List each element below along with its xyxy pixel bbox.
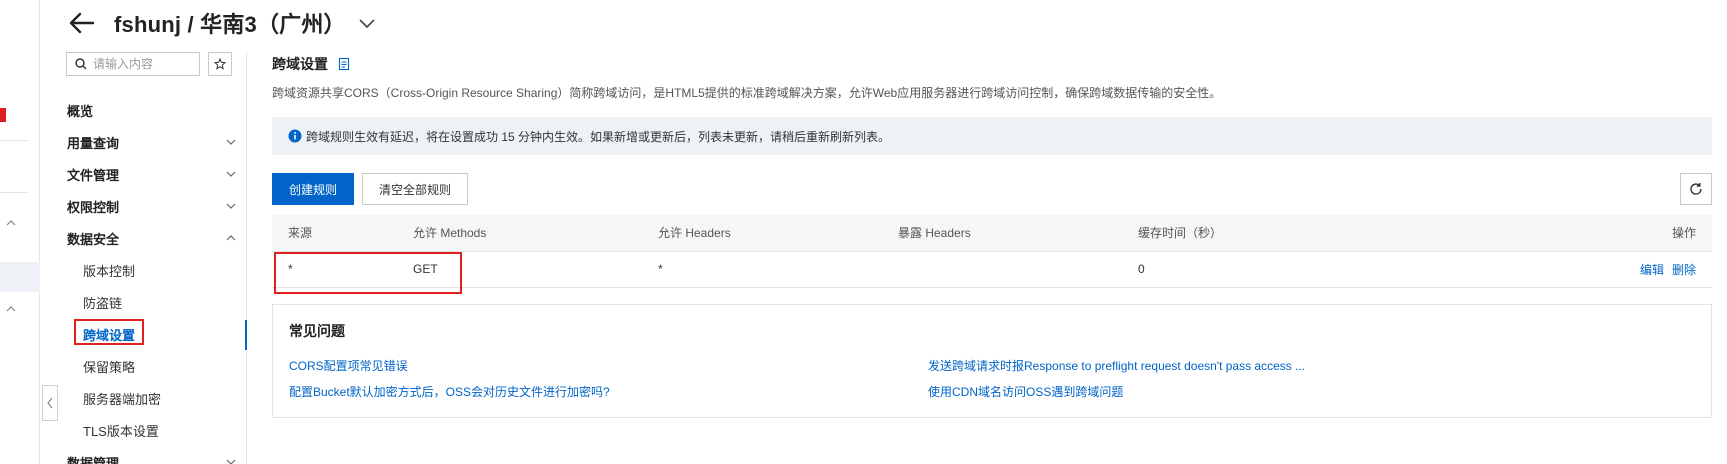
faq-link[interactable]: 发送跨域请求时报Response to preflight request do… — [928, 357, 1305, 374]
cell-methods: GET — [397, 251, 642, 288]
sidebar-item-label: 用量查询 — [67, 135, 120, 151]
chevron-down-icon — [226, 139, 236, 145]
info-icon — [288, 129, 302, 143]
sidebar-item-overview[interactable]: 概览 — [58, 94, 246, 126]
sidebar-item-label: 防盗链 — [83, 295, 123, 311]
notice-text: 跨域规则生效有延迟，将在设置成功 15 分钟内生效。如果新增或更新后，列表未更新… — [306, 129, 891, 144]
chevron-down-icon[interactable] — [358, 16, 376, 30]
faq-panel: 常见问题 CORS配置项常见错误 发送跨域请求时报Response to pre… — [272, 303, 1712, 418]
sidebar: 概览 用量查询 文件管理 权限控制 数据安全 版本控制 防盗链 跨域设置 保留策… — [58, 52, 246, 464]
favorite-button[interactable] — [208, 52, 232, 76]
faq-link[interactable]: 使用CDN域名访问OSS遇到跨域问题 — [928, 383, 1123, 400]
sidebar-item-files[interactable]: 文件管理 — [58, 158, 246, 190]
cell-origin: * — [272, 251, 397, 288]
cors-rules-table: 来源 允许 Methods 允许 Headers 暴露 Headers 缓存时间… — [272, 215, 1712, 288]
outer-nav-selected — [0, 262, 40, 292]
refresh-icon — [1690, 183, 1702, 195]
chevron-left-icon — [47, 397, 53, 409]
sidebar-item-cors[interactable]: 跨域设置 — [58, 318, 246, 350]
sidebar-item-data-security[interactable]: 数据安全 — [58, 222, 246, 254]
chevron-up-icon[interactable] — [6, 304, 16, 314]
sidebar-item-label: 服务器端加密 — [83, 391, 162, 407]
sidebar-item-data-management[interactable]: 数据管理 — [58, 446, 246, 464]
sidebar-item-permissions[interactable]: 权限控制 — [58, 190, 246, 222]
divider — [0, 140, 28, 141]
column-header: 允许 Methods — [397, 215, 642, 252]
refresh-button[interactable] — [1680, 173, 1712, 205]
main-content: 跨域设置 跨域资源共享CORS（Cross-Origin Resource Sh… — [272, 52, 1712, 418]
chevron-down-icon — [226, 459, 236, 464]
sidebar-item-usage[interactable]: 用量查询 — [58, 126, 246, 158]
sidebar-item-label: 数据管理 — [67, 455, 120, 464]
sidebar-search-row — [66, 52, 246, 76]
badge-fragment — [0, 108, 6, 122]
outer-nav-strip — [0, 0, 40, 464]
back-arrow-icon[interactable] — [68, 11, 96, 35]
sidebar-item-versioning[interactable]: 版本控制 — [58, 254, 246, 286]
create-rule-button[interactable]: 创建规则 — [272, 173, 354, 205]
faq-title: 常见问题 — [289, 322, 345, 339]
cell-expose-headers — [882, 251, 1122, 288]
sidebar-item-retention[interactable]: 保留策略 — [58, 350, 246, 382]
sidebar-item-label: 权限控制 — [67, 199, 120, 215]
page-title: 跨域设置 — [272, 56, 328, 72]
edit-link[interactable]: 编辑 — [1640, 263, 1664, 277]
info-notice: 跨域规则生效有延迟，将在设置成功 15 分钟内生效。如果新增或更新后，列表未更新… — [272, 117, 1712, 155]
sidebar-collapse-button[interactable] — [42, 385, 58, 421]
sidebar-nav: 概览 用量查询 文件管理 权限控制 数据安全 版本控制 防盗链 跨域设置 保留策… — [58, 94, 246, 464]
column-header: 操作 — [1452, 215, 1712, 252]
chevron-down-icon — [226, 171, 236, 177]
star-icon — [214, 58, 226, 70]
sidebar-item-label: 数据安全 — [67, 231, 120, 247]
chevron-up-icon[interactable] — [6, 218, 16, 228]
column-header: 允许 Headers — [642, 215, 882, 252]
page-title-row: 跨域设置 — [272, 52, 1712, 76]
column-header: 来源 — [272, 215, 397, 252]
sidebar-item-label: TLS版本设置 — [83, 423, 159, 439]
clear-all-rules-button[interactable]: 清空全部规则 — [362, 173, 468, 205]
faq-link[interactable]: 配置Bucket默认加密方式后，OSS会对历史文件进行加密吗? — [289, 383, 610, 400]
cell-max-age: 0 — [1122, 251, 1452, 288]
cell-allow-headers: * — [642, 251, 882, 288]
sidebar-item-label: 保留策略 — [83, 359, 136, 375]
document-icon[interactable] — [338, 57, 350, 71]
divider — [0, 192, 28, 193]
sidebar-item-label: 版本控制 — [83, 263, 136, 279]
search-input[interactable] — [93, 57, 193, 71]
active-indicator — [245, 320, 247, 350]
column-header: 缓存时间（秒） — [1122, 215, 1452, 252]
page-header: fshunj / 华南3（广州） — [68, 6, 376, 40]
search-icon — [75, 58, 87, 70]
bucket-title: fshunj / 华南3（广州） — [114, 12, 346, 37]
cell-actions: 编辑 删除 — [1452, 251, 1712, 288]
chevron-down-icon — [226, 203, 236, 209]
page-description: 跨域资源共享CORS（Cross-Origin Resource Sharing… — [272, 86, 1222, 100]
search-box[interactable] — [66, 52, 200, 76]
toolbar: 创建规则 清空全部规则 — [272, 173, 1712, 207]
delete-link[interactable]: 删除 — [1672, 263, 1696, 277]
faq-link[interactable]: CORS配置项常见错误 — [289, 357, 408, 374]
sidebar-divider — [246, 52, 247, 464]
sidebar-item-label: 概览 — [67, 103, 94, 119]
sidebar-item-label: 文件管理 — [67, 167, 120, 183]
sidebar-item-label: 跨域设置 — [83, 327, 136, 343]
column-header: 暴露 Headers — [882, 215, 1122, 252]
chevron-up-icon — [226, 235, 236, 241]
sidebar-item-encryption[interactable]: 服务器端加密 — [58, 382, 246, 414]
table-row: * GET * 0 编辑 删除 — [272, 251, 1712, 288]
table-header-row: 来源 允许 Methods 允许 Headers 暴露 Headers 缓存时间… — [272, 215, 1712, 252]
sidebar-item-hotlink[interactable]: 防盗链 — [58, 286, 246, 318]
sidebar-item-tls[interactable]: TLS版本设置 — [58, 414, 246, 446]
